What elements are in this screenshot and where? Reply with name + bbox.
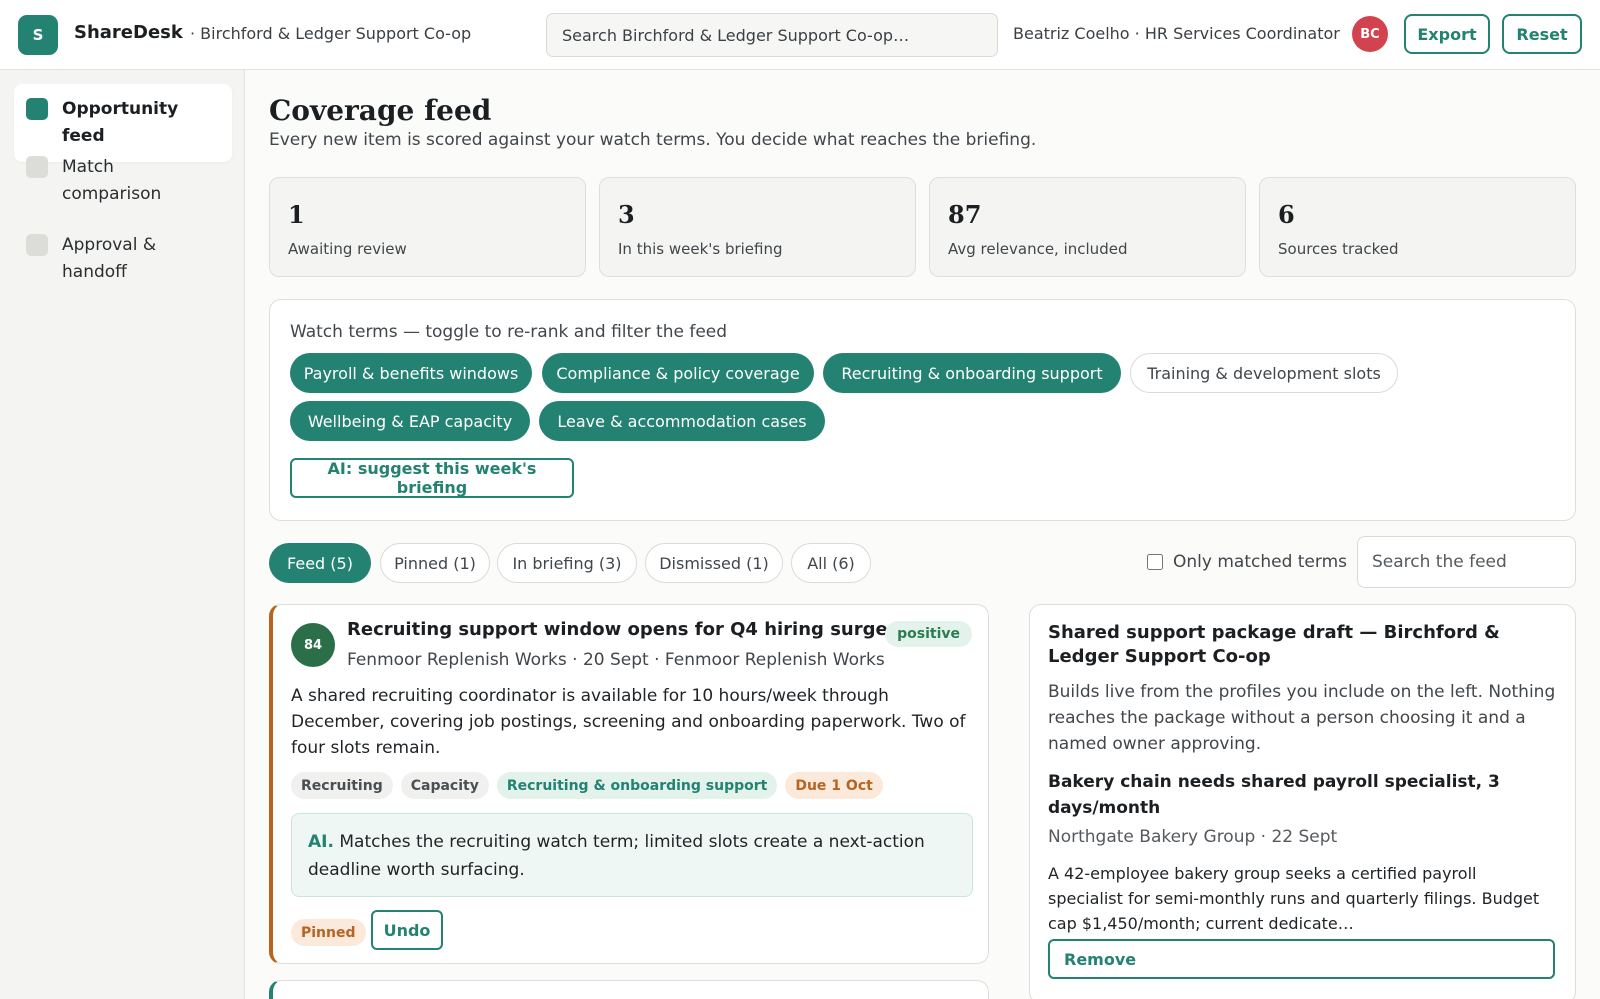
watch-terms-panel: Watch terms — toggle to re-rank and filt…	[269, 299, 1576, 521]
support-package-panel: Shared support package draft — Birchford…	[1029, 604, 1576, 999]
stat-card-sources-tracked: 6 Sources tracked	[1259, 177, 1576, 277]
stat-card-avg-relevance: 87 Avg relevance, included	[929, 177, 1246, 277]
undo-button[interactable]: Undo	[371, 910, 443, 950]
ai-suggest-briefing-button[interactable]: AI: suggest this week's briefing	[290, 458, 574, 498]
package-description: Builds live from the profiles you includ…	[1048, 682, 1556, 754]
stat-label: In this week's briefing	[618, 240, 783, 258]
app-window: S ShareDesk · Birchford & Ledger Support…	[0, 0, 1600, 999]
tab-all[interactable]: All (6)	[791, 543, 871, 583]
feed-card-meta: Fenmoor Replenish Works · 20 Sept · Fenm…	[347, 650, 885, 670]
nav-square-icon	[26, 234, 48, 256]
status-badge: Pinned	[291, 919, 366, 946]
feed-search-input[interactable]	[1357, 536, 1576, 588]
tab-pinned[interactable]: Pinned (1)	[380, 543, 490, 583]
sidebar-item-approval-handoff[interactable]: Approval & handoff	[14, 220, 194, 298]
tab-feed[interactable]: Feed (5)	[269, 543, 371, 583]
stat-label: Avg relevance, included	[948, 240, 1128, 258]
package-item-meta: Northgate Bakery Group · 22 Sept	[1048, 827, 1338, 847]
nav-square-icon	[26, 98, 48, 120]
sentiment-badge: positive	[885, 621, 972, 647]
stat-value: 87	[948, 200, 982, 229]
feed-card[interactable]	[269, 980, 989, 999]
page-subtitle: Every new item is scored against your wa…	[269, 130, 1037, 150]
sidebar-item-label: Match comparison	[62, 157, 162, 204]
tag-row: Recruiting Capacity Recruiting & onboard…	[291, 772, 883, 799]
stat-label: Sources tracked	[1278, 240, 1399, 258]
watch-term-chip-recruiting[interactable]: Recruiting & onboarding support	[823, 353, 1121, 393]
tag-due-date: Due 1 Oct	[785, 772, 883, 799]
avatar[interactable]: BC	[1352, 16, 1388, 52]
feed-card-title[interactable]: Recruiting support window opens for Q4 h…	[347, 619, 888, 640]
watch-term-chip-leave[interactable]: Leave & accommodation cases	[539, 401, 825, 441]
export-button[interactable]: Export	[1404, 14, 1490, 54]
ai-rationale-body: Matches the recruiting watch term; limit…	[308, 832, 925, 880]
app-logo: S	[18, 15, 58, 55]
reset-button[interactable]: Reset	[1502, 14, 1582, 54]
stat-value: 3	[618, 200, 635, 229]
feed-card[interactable]: 84 Recruiting support window opens for Q…	[269, 604, 989, 964]
remove-button[interactable]: Remove	[1048, 939, 1555, 979]
stat-value: 6	[1278, 200, 1295, 229]
tag: Capacity	[400, 772, 489, 799]
stat-value: 1	[288, 200, 305, 229]
watch-term-chip-payroll[interactable]: Payroll & benefits windows	[290, 353, 532, 393]
package-title: Shared support package draft — Birchford…	[1048, 622, 1500, 667]
only-matched-checkbox[interactable]	[1147, 554, 1163, 570]
package-item-title: Bakery chain needs shared payroll specia…	[1048, 772, 1500, 818]
stat-label: Awaiting review	[288, 240, 407, 258]
ai-rationale-box: AI. Matches the recruiting watch term; l…	[291, 813, 973, 897]
watch-term-chip-compliance[interactable]: Compliance & policy coverage	[542, 353, 814, 393]
watch-term-chip-wellbeing[interactable]: Wellbeing & EAP capacity	[290, 401, 530, 441]
relevance-score-badge: 84	[291, 623, 335, 667]
tab-dismissed[interactable]: Dismissed (1)	[645, 543, 783, 583]
stat-card-in-briefing: 3 In this week's briefing	[599, 177, 916, 277]
ai-prefix: AI.	[308, 832, 334, 852]
brand-name: ShareDesk	[74, 22, 183, 43]
nav-square-icon	[26, 156, 48, 178]
tag-watch-term: Recruiting & onboarding support	[496, 772, 778, 799]
page-title: Coverage feed	[269, 94, 492, 127]
tab-in-briefing[interactable]: In briefing (3)	[497, 543, 637, 583]
ai-rationale-text: AI. Matches the recruiting watch term; l…	[308, 828, 958, 884]
top-bar: S ShareDesk · Birchford & Ledger Support…	[0, 0, 1600, 70]
package-item-description: A 42-employee bakery group seeks a certi…	[1048, 864, 1540, 933]
stat-card-awaiting-review: 1 Awaiting review	[269, 177, 586, 277]
watch-term-chip-training[interactable]: Training & development slots	[1130, 353, 1398, 393]
sidebar-item-match-comparison[interactable]: Match comparison	[14, 142, 194, 220]
feed-card-body: A shared recruiting coordinator is avail…	[291, 686, 966, 758]
watch-terms-title: Watch terms — toggle to re-rank and filt…	[290, 322, 728, 342]
sidebar-item-label: Approval & handoff	[62, 235, 157, 282]
sidebar: Opportunity feed Match comparison Approv…	[0, 70, 245, 999]
global-search-input[interactable]	[546, 13, 998, 57]
main-content: Coverage feed Every new item is scored a…	[245, 70, 1600, 999]
only-matched-toggle[interactable]: Only matched terms	[1147, 552, 1347, 572]
tag: Recruiting	[291, 772, 393, 799]
org-name: · Birchford & Ledger Support Co-op	[190, 24, 472, 43]
only-matched-label: Only matched terms	[1173, 552, 1347, 572]
user-info: Beatriz Coelho · HR Services Coordinator	[1013, 24, 1340, 43]
